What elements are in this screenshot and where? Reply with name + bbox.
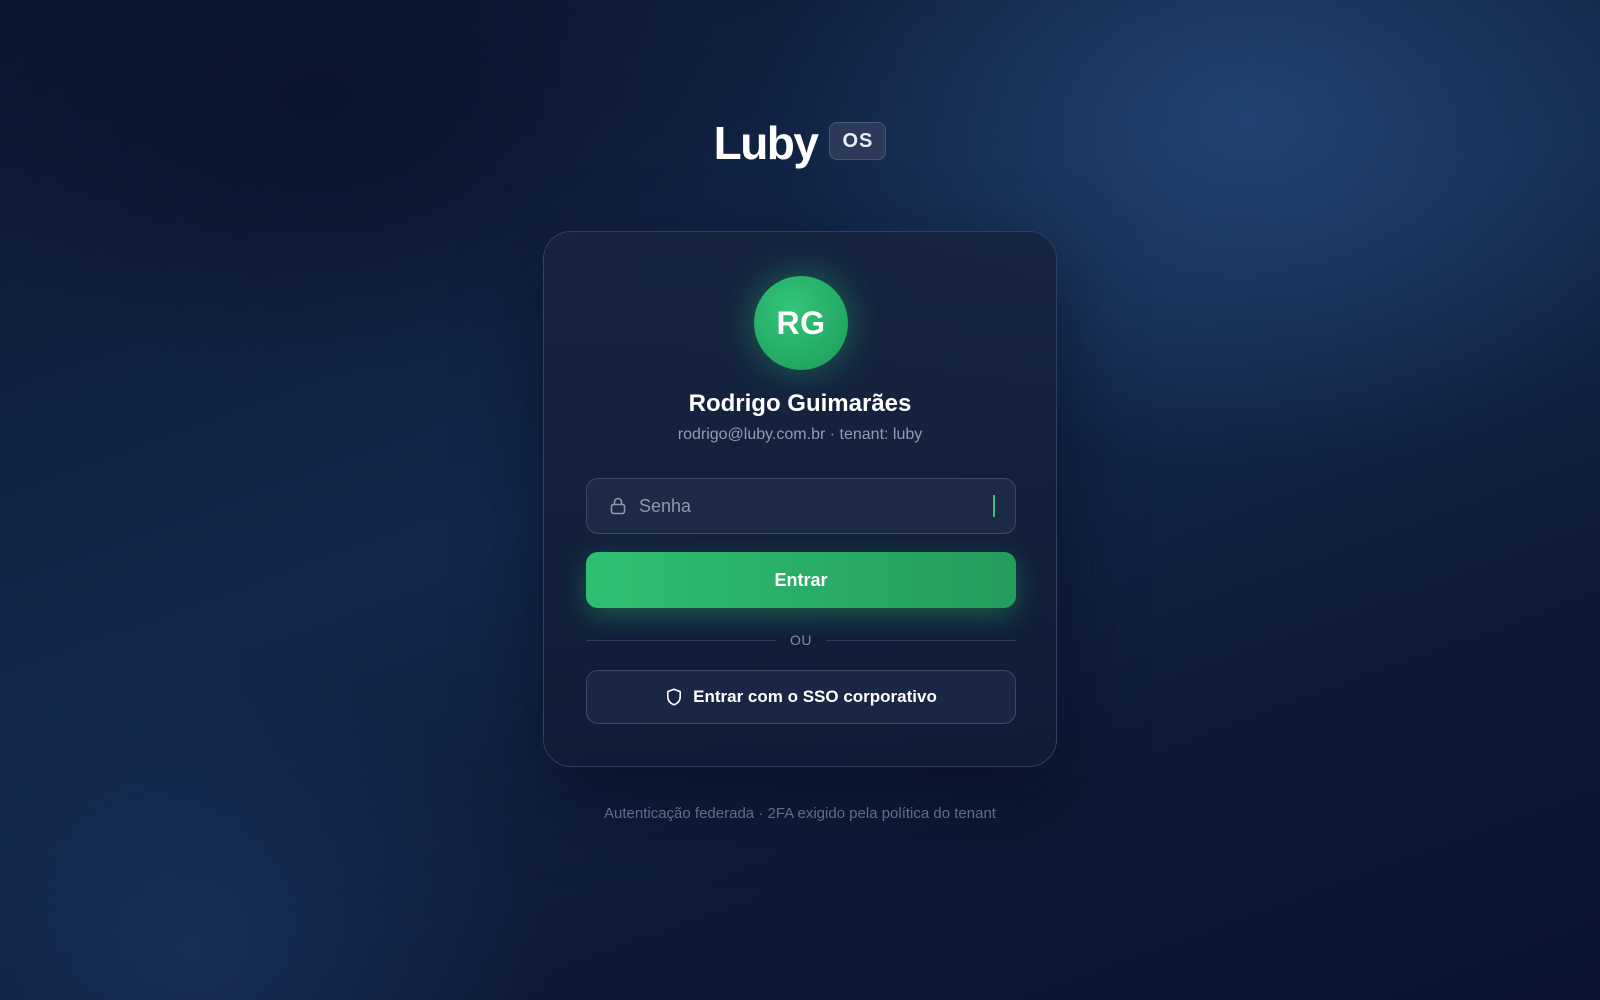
or-divider: OU: [586, 630, 1016, 650]
brand-logo: Luby OS: [0, 120, 1600, 166]
divider-label: OU: [790, 632, 812, 648]
user-name: Rodrigo Guimarães: [688, 390, 912, 417]
text-cursor: [993, 495, 995, 517]
sso-button-label: Entrar com o SSO corporativo: [693, 687, 937, 706]
login-button[interactable]: Entrar: [586, 552, 1016, 608]
divider-line-left: [586, 639, 776, 641]
lock-icon: [609, 497, 627, 515]
brand-badge: OS: [829, 122, 887, 160]
login-card: RG Rodrigo Guimarães rodrigo@luby.com.br…: [543, 231, 1057, 767]
avatar-initials: RG: [776, 304, 826, 341]
password-input[interactable]: [639, 495, 993, 517]
sso-login-button[interactable]: Entrar com o SSO corporativo: [586, 670, 1016, 724]
divider-line-right: [826, 639, 1016, 641]
brand-name: Luby: [713, 117, 819, 169]
avatar: RG: [754, 276, 848, 370]
footer-note: Autenticação federada · 2FA exigido pela…: [604, 805, 996, 822]
user-email-tenant: rodrigo@luby.com.br · tenant: luby: [677, 426, 923, 443]
shield-icon: [665, 688, 683, 706]
password-field[interactable]: [586, 478, 1016, 534]
